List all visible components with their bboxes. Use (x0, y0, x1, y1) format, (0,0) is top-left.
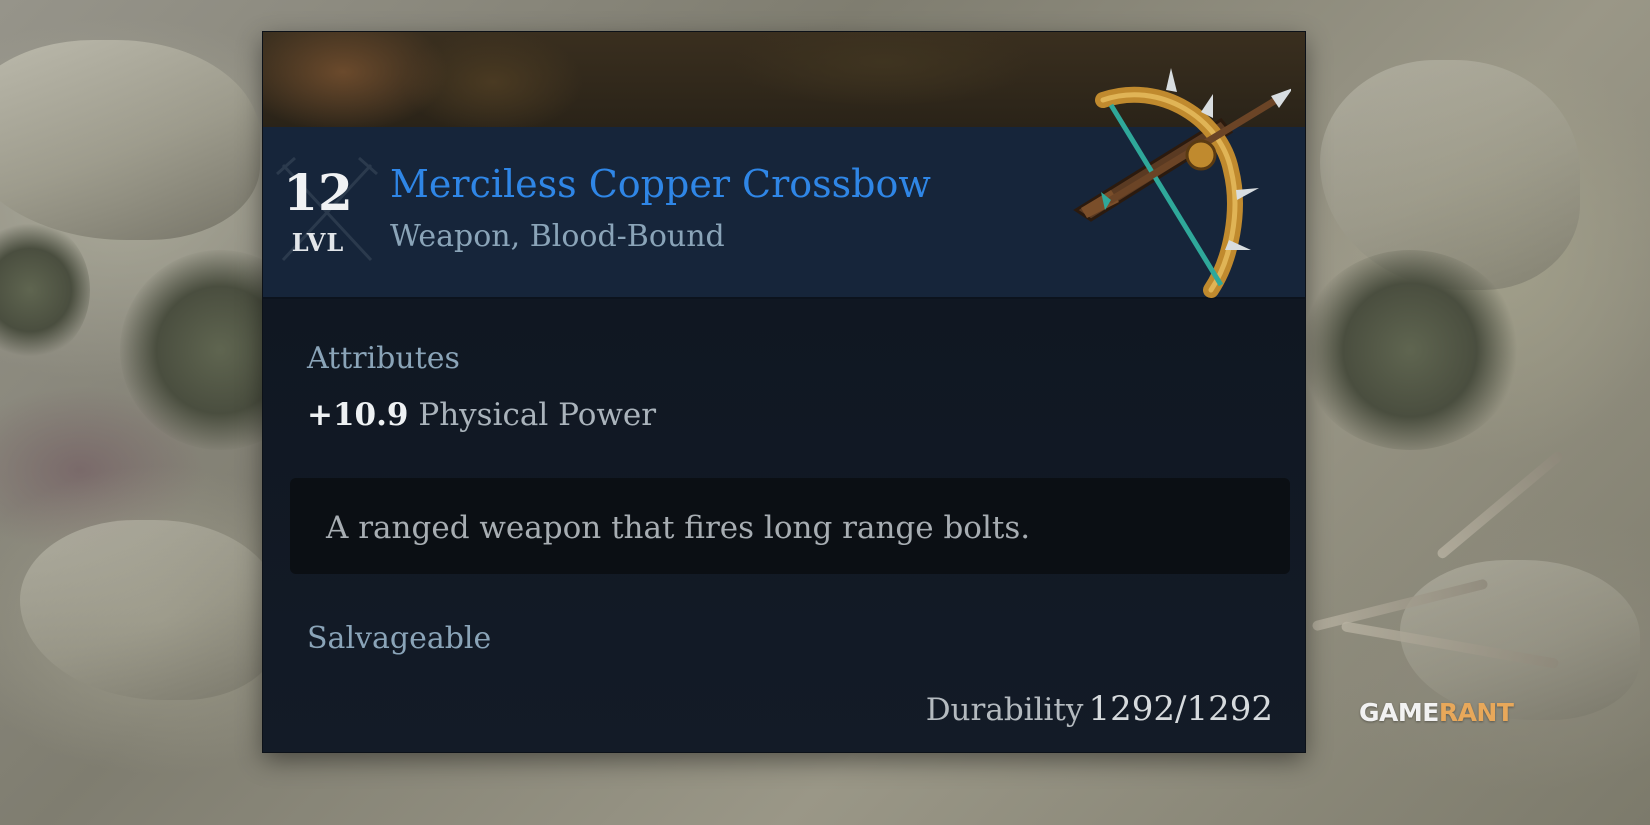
tooltip-body: Attributes +10.9 Physical Power A ranged… (263, 299, 1305, 752)
durability-label: Durability (925, 692, 1084, 728)
item-name: Merciless Copper Crossbow (390, 162, 931, 206)
watermark-text-accent: RANT (1438, 698, 1514, 727)
watermark-text-main: GAME (1359, 698, 1439, 727)
gamerant-watermark-logo: GAMERANT (1359, 698, 1514, 727)
attribute-value: +10.9 (307, 397, 409, 433)
copper-crossbow-icon (1073, 68, 1291, 298)
item-level: 12 (283, 163, 353, 222)
attributes-heading: Attributes (307, 341, 460, 376)
salvageable-label: Salvageable (307, 621, 492, 656)
item-type: Weapon, Blood-Bound (390, 219, 725, 254)
item-description: A ranged weapon that fires long range bo… (326, 510, 1031, 546)
level-badge: 12 LVL (273, 150, 385, 270)
description-box: A ranged weapon that fires long range bo… (290, 478, 1290, 574)
durability-readout: Durability 1292/1292 (926, 692, 1273, 726)
item-tooltip: Attributes +10.9 Physical Power A ranged… (263, 32, 1305, 752)
attribute-row: +10.9 Physical Power (307, 400, 656, 431)
level-label: LVL (291, 228, 345, 257)
durability-value: 1292/1292 (1088, 689, 1273, 729)
attribute-name: Physical Power (418, 397, 657, 433)
